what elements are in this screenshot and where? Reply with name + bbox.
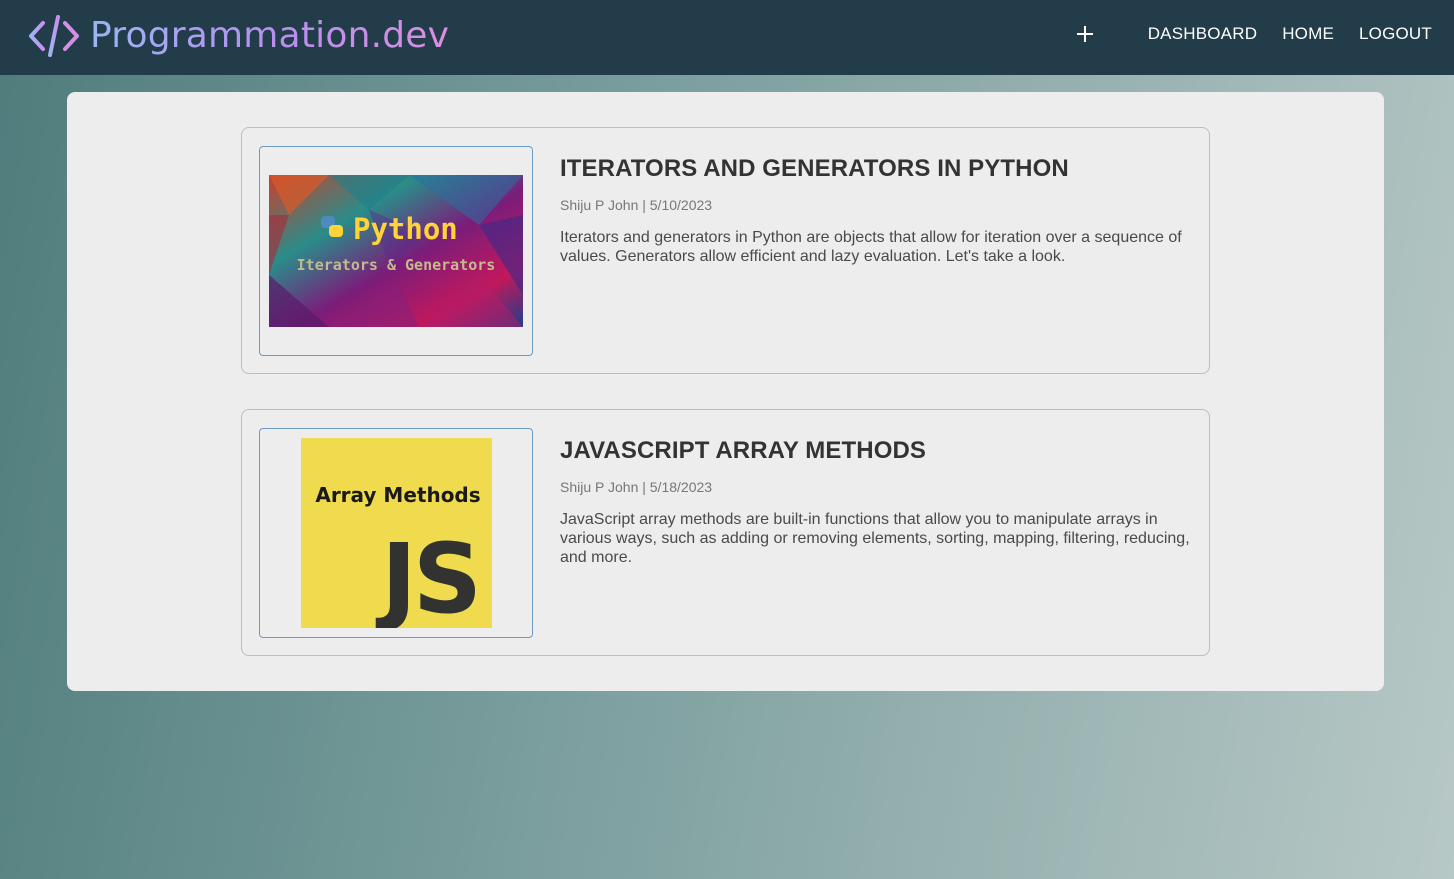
python-thumbnail-image: Python Iterators & Generators: [269, 175, 523, 327]
nav-logout[interactable]: LOGOUT: [1359, 24, 1432, 44]
svg-text:Iterators & Generators: Iterators & Generators: [297, 256, 496, 274]
code-brackets-icon: [29, 15, 79, 57]
svg-text:JS: JS: [375, 523, 478, 628]
post-title[interactable]: ITERATORS AND GENERATORS IN PYTHON: [560, 154, 1190, 184]
post-title[interactable]: JAVASCRIPT ARRAY METHODS: [560, 436, 1190, 466]
post-card[interactable]: Array Methods JS JAVASCRIPT ARRAY METHOD…: [241, 409, 1210, 656]
main-nav: DASHBOARD HOME LOGOUT: [1075, 0, 1432, 68]
post-thumbnail[interactable]: Array Methods JS: [259, 428, 533, 638]
brand-name: Programmation.dev: [90, 13, 449, 59]
post-excerpt: Iterators and generators in Python are o…: [560, 229, 1182, 265]
nav-home[interactable]: HOME: [1282, 24, 1334, 44]
svg-text:Array Methods: Array Methods: [315, 483, 480, 507]
post-meta: Shiju P John | 5/10/2023: [560, 197, 713, 213]
top-navbar: Programmation.dev DASHBOARD HOME LOGOUT: [0, 0, 1454, 75]
post-thumbnail[interactable]: Python Iterators & Generators: [259, 146, 533, 356]
post-excerpt: JavaScript array methods are built-in fu…: [560, 511, 1190, 566]
add-post-icon[interactable]: [1075, 24, 1095, 44]
post-meta: Shiju P John | 5/18/2023: [560, 479, 713, 495]
posts-panel: Python Iterators & Generators ITERATORS …: [67, 92, 1384, 691]
post-card[interactable]: Python Iterators & Generators ITERATORS …: [241, 127, 1210, 374]
javascript-thumbnail-image: Array Methods JS: [300, 438, 492, 628]
nav-dashboard[interactable]: DASHBOARD: [1148, 24, 1258, 44]
post-content: ITERATORS AND GENERATORS IN PYTHON Shiju…: [560, 154, 1190, 266]
brand-logo[interactable]: Programmation.dev: [28, 12, 449, 60]
svg-text:Python: Python: [353, 212, 458, 246]
post-content: JAVASCRIPT ARRAY METHODS Shiju P John | …: [560, 436, 1190, 567]
